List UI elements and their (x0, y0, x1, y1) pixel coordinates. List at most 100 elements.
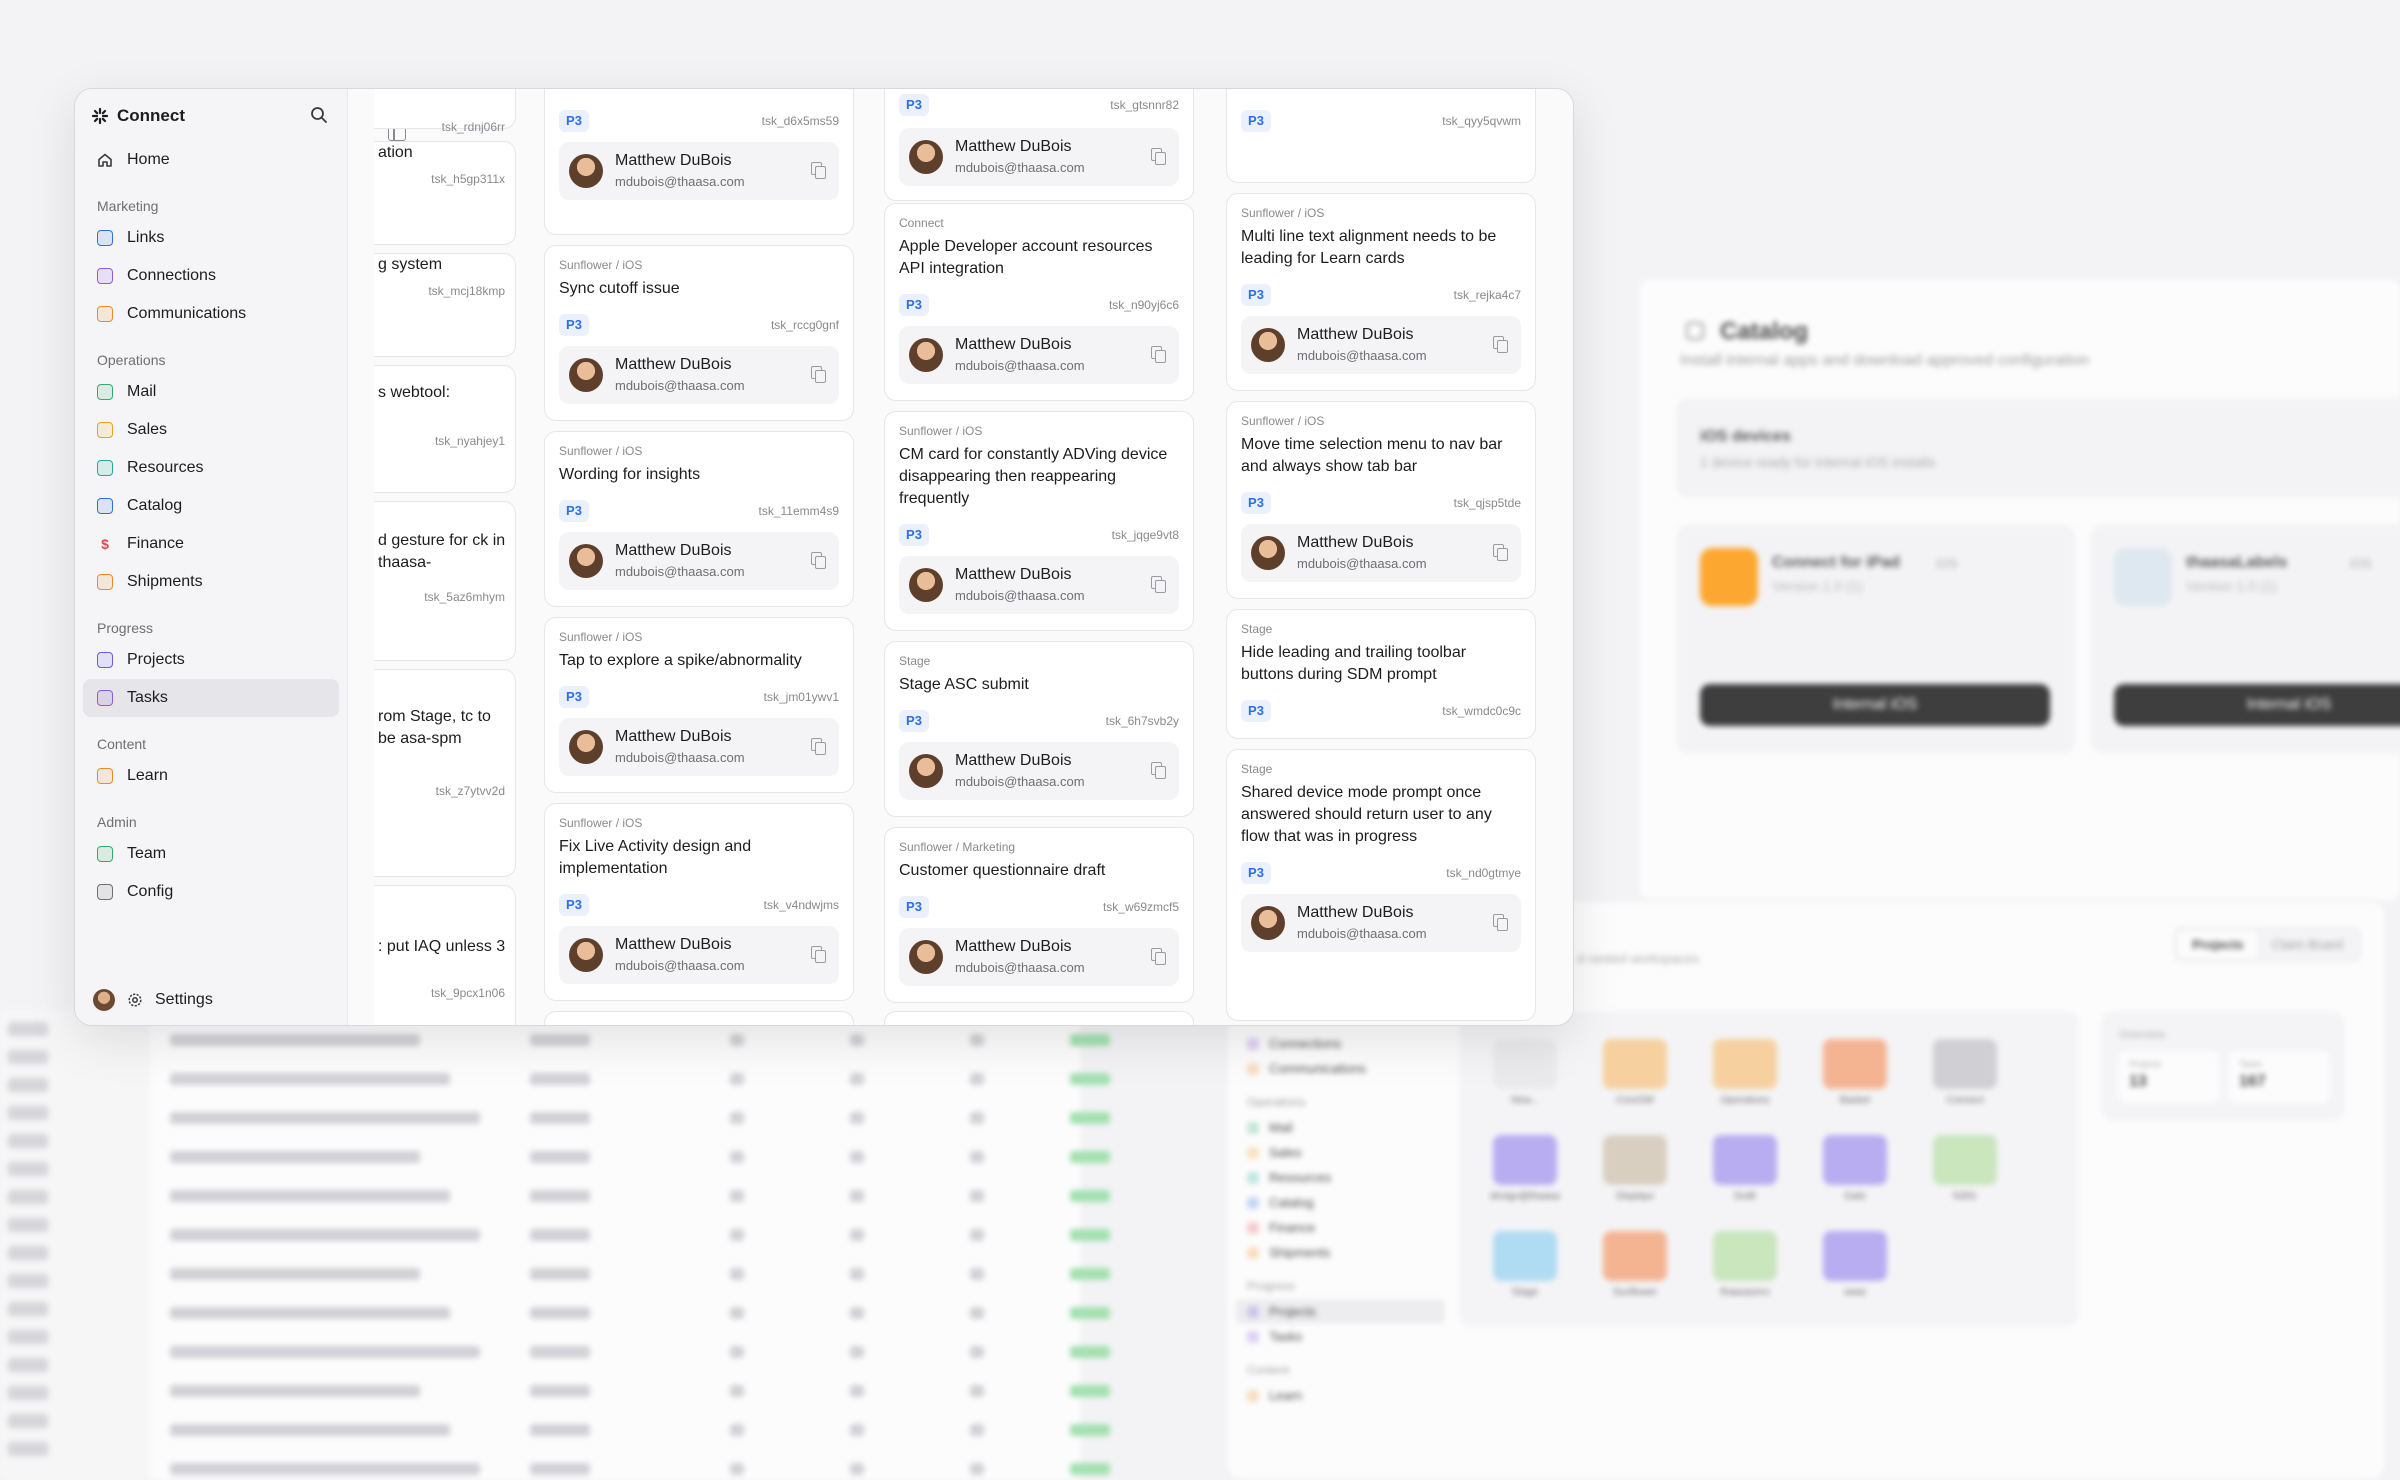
task-card[interactable]: d gesture for ck in thaasa-tsk_5az6mhym (374, 501, 516, 661)
task-card[interactable] (884, 1011, 1194, 1025)
task-card[interactable]: tsk_rdnj06rr (374, 89, 516, 134)
sidebar-item-catalog[interactable]: Catalog (83, 487, 339, 525)
sidebar-item-label: Shipments (1269, 1245, 1331, 1260)
sidebar-item-connections[interactable]: Connections (83, 257, 339, 295)
task-card[interactable]: Stage Stage ASC submit P3 tsk_6h7svb2y Matth… (884, 641, 1194, 817)
task-card[interactable]: P3 tsk_qyy5qvwm (1226, 89, 1536, 183)
priority-badge: P3 (559, 686, 589, 708)
board-column: tsk_rdnj06rr ation tsk_h5gp311x g system tsk… (374, 89, 516, 1025)
sidebar-item-tasks[interactable]: Tasks (83, 679, 339, 717)
copy-icon[interactable] (1493, 914, 1508, 931)
task-card[interactable]: Sunflower / iOS Tap to explore a spike/ab… (544, 617, 854, 793)
sidebar-item-finance[interactable]: $ Finance (83, 525, 339, 563)
sidebar-item-home[interactable]: Home (83, 141, 339, 179)
sidebar-item-communications[interactable]: Communications (83, 295, 339, 333)
sidebar-item-sales[interactable]: Sales (83, 411, 339, 449)
task-title: Stage ASC submit (899, 676, 1029, 693)
search-icon (311, 107, 327, 123)
project-folder: Stage (1485, 1231, 1565, 1298)
sidebar-item-config[interactable]: Config (83, 873, 339, 911)
assignee-chip: Matthew DuBois mdubois@thaasa.com (899, 742, 1179, 800)
sidebar-item-learn[interactable]: Learn (83, 757, 339, 795)
assignee-email: mdubois@thaasa.com (1297, 926, 1427, 941)
catalog-icon (1686, 322, 1704, 340)
app-brand[interactable]: Connect (91, 103, 185, 129)
task-project: Sunflower / iOS (559, 816, 643, 830)
copy-icon[interactable] (811, 946, 826, 963)
background-sidebar-item (8, 1162, 48, 1176)
copy-icon[interactable] (1151, 948, 1166, 965)
folder-name: New... (1511, 1095, 1539, 1106)
task-title: d gesture for ck in thaasa- (378, 532, 506, 571)
avatar[interactable] (93, 989, 115, 1011)
copy-icon[interactable] (811, 366, 826, 383)
copy-icon[interactable] (1151, 762, 1166, 779)
board-column: P3 tsk_gtsnnr82 Matthew DuBois mdubois@thaa… (884, 89, 1194, 1025)
task-id: tsk_qjsp5tde (1453, 496, 1521, 510)
assignee-email: mdubois@thaasa.com (615, 958, 745, 973)
assignee-chip: Matthew DuBois mdubois@thaasa.com (1241, 524, 1521, 582)
nav-icon (1247, 1121, 1259, 1134)
copy-icon[interactable] (1493, 336, 1508, 353)
task-card[interactable]: g system tsk_mcj18kmp (374, 253, 516, 357)
sidebar-item-shipments[interactable]: Shipments (83, 563, 339, 601)
task-id: tsk_nyahjey1 (434, 434, 505, 448)
nav-icon (1247, 1146, 1259, 1159)
task-card[interactable]: : put IAQ unless 3 tsk_9pcx1n06 (374, 885, 516, 1025)
task-card[interactable]: Stage Hide leading and trailing toolbar b… (1226, 609, 1536, 739)
copy-icon[interactable] (811, 162, 826, 179)
task-card[interactable]: Sunflower / iOS Move time selection menu … (1226, 401, 1536, 599)
settings-button[interactable]: Settings (93, 989, 213, 1011)
copy-icon[interactable] (1151, 576, 1166, 593)
assignee-chip: Matthew DuBois mdubois@thaasa.com (559, 718, 839, 776)
task-card[interactable]: Connect Apple Developer account resources… (884, 203, 1194, 401)
copy-icon[interactable] (811, 738, 826, 755)
sidebar: Connect Home Marketing Links Connections Co… (75, 89, 347, 1025)
catalog-subtitle: Install internal apps and download appro… (1680, 352, 2090, 369)
avatar (569, 938, 603, 972)
sidebar-item-resources[interactable]: Resources (83, 449, 339, 487)
project-folder: CoreSW (1595, 1039, 1675, 1106)
copy-icon[interactable] (811, 552, 826, 569)
copy-icon[interactable] (1151, 346, 1166, 363)
assignee-email: mdubois@thaasa.com (955, 358, 1085, 373)
sidebar-item-mail[interactable]: Mail (83, 373, 339, 411)
task-card[interactable]: Stage / Revolve (544, 1011, 854, 1025)
task-card[interactable]: Sunflower / Marketing Customer questionna… (884, 827, 1194, 1003)
assignee-chip: Matthew DuBois mdubois@thaasa.com (899, 928, 1179, 986)
task-card[interactable]: ation tsk_h5gp311x (374, 141, 516, 245)
overview-title: Overview (2119, 1029, 2165, 1041)
overview-projects-label: Projects (2129, 1059, 2162, 1069)
priority-badge: P3 (559, 110, 589, 132)
folder-name: N301 (1953, 1191, 1977, 1202)
sidebar-item-projects[interactable]: Projects (83, 641, 339, 679)
task-card[interactable]: s webtool: tsk_nyahjey1 (374, 365, 516, 493)
project-folder: New... (1485, 1039, 1565, 1106)
sidebar-item-links[interactable]: Links (83, 219, 339, 257)
task-card[interactable]: Sunflower / iOS Wording for insights P3 tsk… (544, 431, 854, 607)
task-card[interactable]: Sunflower / iOS Sync cutoff issue P3 tsk_rc… (544, 245, 854, 421)
learn-icon (97, 768, 113, 784)
task-id: tsk_nd0gtmye (1446, 866, 1521, 880)
assignee-name: Matthew DuBois (1297, 326, 1414, 343)
task-card[interactable]: Stage Shared device mode prompt once answ… (1226, 749, 1536, 1021)
background-sidebar-item (8, 1134, 48, 1148)
task-card[interactable]: Sunflower / iOS CM card for constantly AD… (884, 411, 1194, 631)
task-card[interactable]: Sunflower / iOS Fix Live Activity design … (544, 803, 854, 1001)
copy-icon[interactable] (1151, 148, 1166, 165)
sidebar-item-team[interactable]: Team (83, 835, 339, 873)
task-card[interactable]: P3 tsk_d6x5ms59 Matthew DuBois mdubois@thaa… (544, 89, 854, 235)
task-card[interactable]: Sunflower / iOS Multi line text alignment… (1226, 193, 1536, 391)
sidebar-item-label: Sales (1269, 1145, 1302, 1160)
task-card[interactable]: rom Stage, tc to be asa-spm tsk_z7ytvv2d (374, 669, 516, 877)
task-title: Multi line text alignment needs to be le… (1241, 228, 1497, 267)
background-catalog-window: Catalog Install internal apps and downlo… (1640, 280, 2400, 900)
priority-badge: P3 (899, 710, 929, 732)
background-sidebar-item (8, 1050, 48, 1064)
copy-icon[interactable] (1493, 544, 1508, 561)
assignee-email: mdubois@thaasa.com (955, 588, 1085, 603)
task-card[interactable]: P3 tsk_gtsnnr82 Matthew DuBois mdubois@thaa… (884, 89, 1194, 201)
sidebar-item-label: Sales (127, 421, 168, 438)
search-button[interactable] (307, 103, 331, 127)
sidebar-item-label: Learn (1269, 1388, 1303, 1403)
